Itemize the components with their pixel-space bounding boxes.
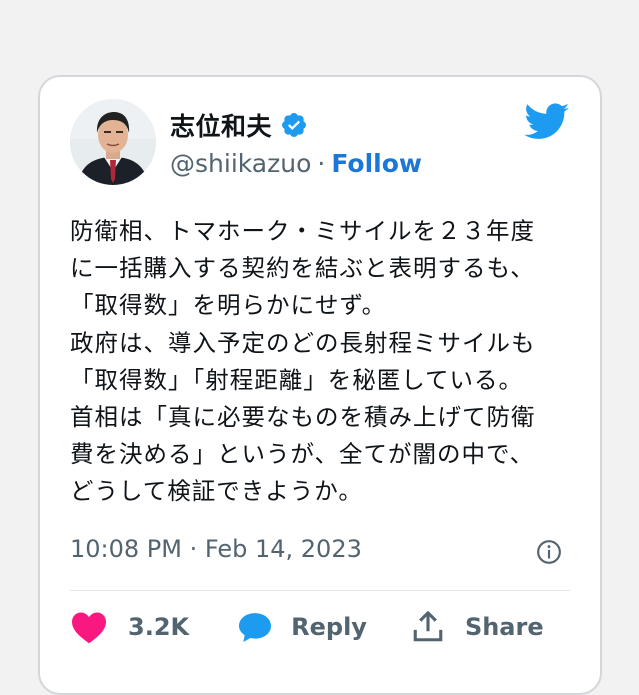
author-name[interactable]: 志位和夫: [170, 107, 272, 143]
tweet-body-line: どうして検証できようか。: [70, 477, 363, 506]
reply-bubble-icon: [239, 613, 272, 642]
avatar[interactable]: [70, 99, 156, 185]
tweet-body: 防衛相、トマホーク・ミサイルを２３年度 に一括購入する契約を結ぶと表明するも、 …: [70, 213, 580, 511]
author-row: 志位和夫: [170, 107, 308, 143]
tweet-body-line: 「取得数」「射程距離」を秘匿している。: [70, 365, 524, 394]
heart-icon: [72, 612, 106, 644]
reply-button[interactable]: Reply: [237, 611, 367, 643]
tweet-body-line: 費を決める」というが、全てが闇の中で、: [70, 440, 535, 469]
tweet-card: 志位和夫 @shiikazuo · Follow 防衛相、トマホーク・ミサイルを２３…: [38, 75, 602, 695]
tweet-body-line: 防衛相、トマホーク・ミサイルを２３年度: [70, 217, 536, 245]
info-icon[interactable]: [536, 539, 562, 565]
like-button[interactable]: 3.2K: [70, 610, 189, 644]
share-icon: [413, 611, 443, 642]
like-count: 3.2K: [128, 613, 190, 641]
reply-label: Reply: [291, 613, 367, 641]
actions-divider: [70, 590, 570, 591]
tweet-body-line: 「取得数」を明らかにせず。: [70, 291, 387, 320]
separator-dot: ·: [317, 149, 326, 178]
action-bar: 3.2K Reply Share: [70, 610, 544, 644]
tweet-body-line: 政府は、導入予定のどの長射程ミサイルも: [70, 328, 536, 357]
share-button[interactable]: Share: [411, 610, 544, 644]
follow-button[interactable]: Follow: [331, 149, 422, 178]
author-handle[interactable]: @shiikazuo: [170, 149, 311, 178]
share-label: Share: [464, 613, 544, 641]
tweet-body-line: に一括購入する契約を結ぶと表明するも、: [70, 254, 535, 283]
tweet-body-line: 首相は「真に必要なものを積み上げて防衛: [70, 403, 536, 432]
tweet-timestamp[interactable]: 10:08 PM · Feb 14, 2023: [70, 535, 362, 563]
avatar-image: [70, 99, 156, 185]
verified-badge-icon: [282, 113, 306, 137]
handle-row: @shiikazuo · Follow: [170, 149, 422, 178]
twitter-bird-icon[interactable]: [524, 103, 570, 141]
